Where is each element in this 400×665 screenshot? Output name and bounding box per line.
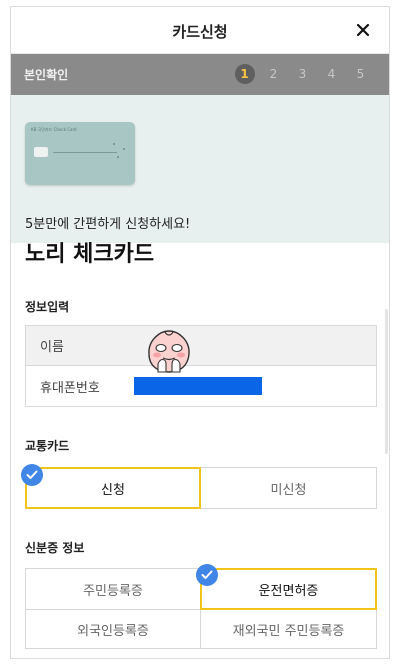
id-driver-license-label: 운전면허증	[258, 583, 319, 599]
id-resident-card-button[interactable]: 주민등록증	[25, 568, 201, 610]
card-stripe	[53, 152, 117, 153]
transit-section-title: 교통카드	[25, 439, 70, 453]
phone-row: 휴대폰번호	[26, 366, 376, 406]
step-3: 3	[298, 67, 307, 81]
id-section-title: 신분증 정보	[25, 541, 85, 555]
close-icon	[356, 23, 370, 37]
transit-decline-label: 미신청	[270, 482, 307, 498]
name-label: 이름	[40, 340, 64, 355]
app-header: 카드신청	[11, 7, 389, 54]
scrollbar[interactable]	[385, 309, 388, 454]
check-icon	[196, 564, 218, 586]
transit-apply-button[interactable]: 신청	[25, 467, 201, 509]
transit-decline-button[interactable]: 미신청	[200, 467, 377, 509]
step-4: 4	[327, 67, 336, 81]
card-dot	[123, 148, 125, 150]
id-alien-registration-button[interactable]: 외국인등록증	[25, 609, 201, 649]
card-dot	[117, 156, 119, 158]
id-driver-license-button[interactable]: 운전면허증	[200, 568, 377, 610]
info-table: 이름 휴대폰번호	[25, 325, 377, 407]
step-1: 1	[230, 63, 259, 85]
card-dot	[113, 143, 115, 145]
id-overseas-resident-button[interactable]: 재외국민 주민등록증	[200, 609, 377, 649]
step-label: 본인확인	[24, 68, 69, 82]
hero-subtitle: 5분만에 간편하게 신청하세요!	[25, 217, 191, 232]
phone-number-redacted	[134, 377, 262, 395]
name-row: 이름	[26, 326, 376, 366]
card-brand: KB 국민카드 Check Card	[31, 127, 77, 132]
step-bar: 본인확인 1 2 3 4 5	[11, 54, 389, 95]
hero-banner: KB 국민카드 Check Card 5분만에 간편하게 신청하세요!	[11, 95, 389, 243]
phone-label: 휴대폰번호	[40, 380, 100, 396]
step-2: 2	[269, 67, 278, 81]
id-alien-registration-label: 외국인등록증	[77, 623, 149, 639]
card-product-title: 노리 체크카드	[25, 242, 155, 267]
close-button[interactable]	[351, 18, 375, 42]
card-image: KB 국민카드 Check Card	[25, 122, 135, 185]
transit-apply-label: 신청	[101, 482, 125, 498]
info-section-title: 정보입력	[25, 300, 70, 314]
card-application-window: 카드신청 본인확인 1 2 3 4 5 KB 국민카드 Check Card 5…	[10, 6, 390, 659]
card-chip	[34, 147, 48, 157]
id-resident-card-label: 주민등록증	[83, 583, 143, 599]
check-icon	[21, 464, 43, 486]
peach-mascot-icon	[148, 330, 190, 373]
step-indicator: 1 2 3 4 5	[230, 63, 375, 85]
step-5: 5	[356, 67, 365, 81]
page-title: 카드신청	[172, 23, 228, 41]
id-overseas-resident-label: 재외국민 주민등록증	[232, 623, 345, 639]
